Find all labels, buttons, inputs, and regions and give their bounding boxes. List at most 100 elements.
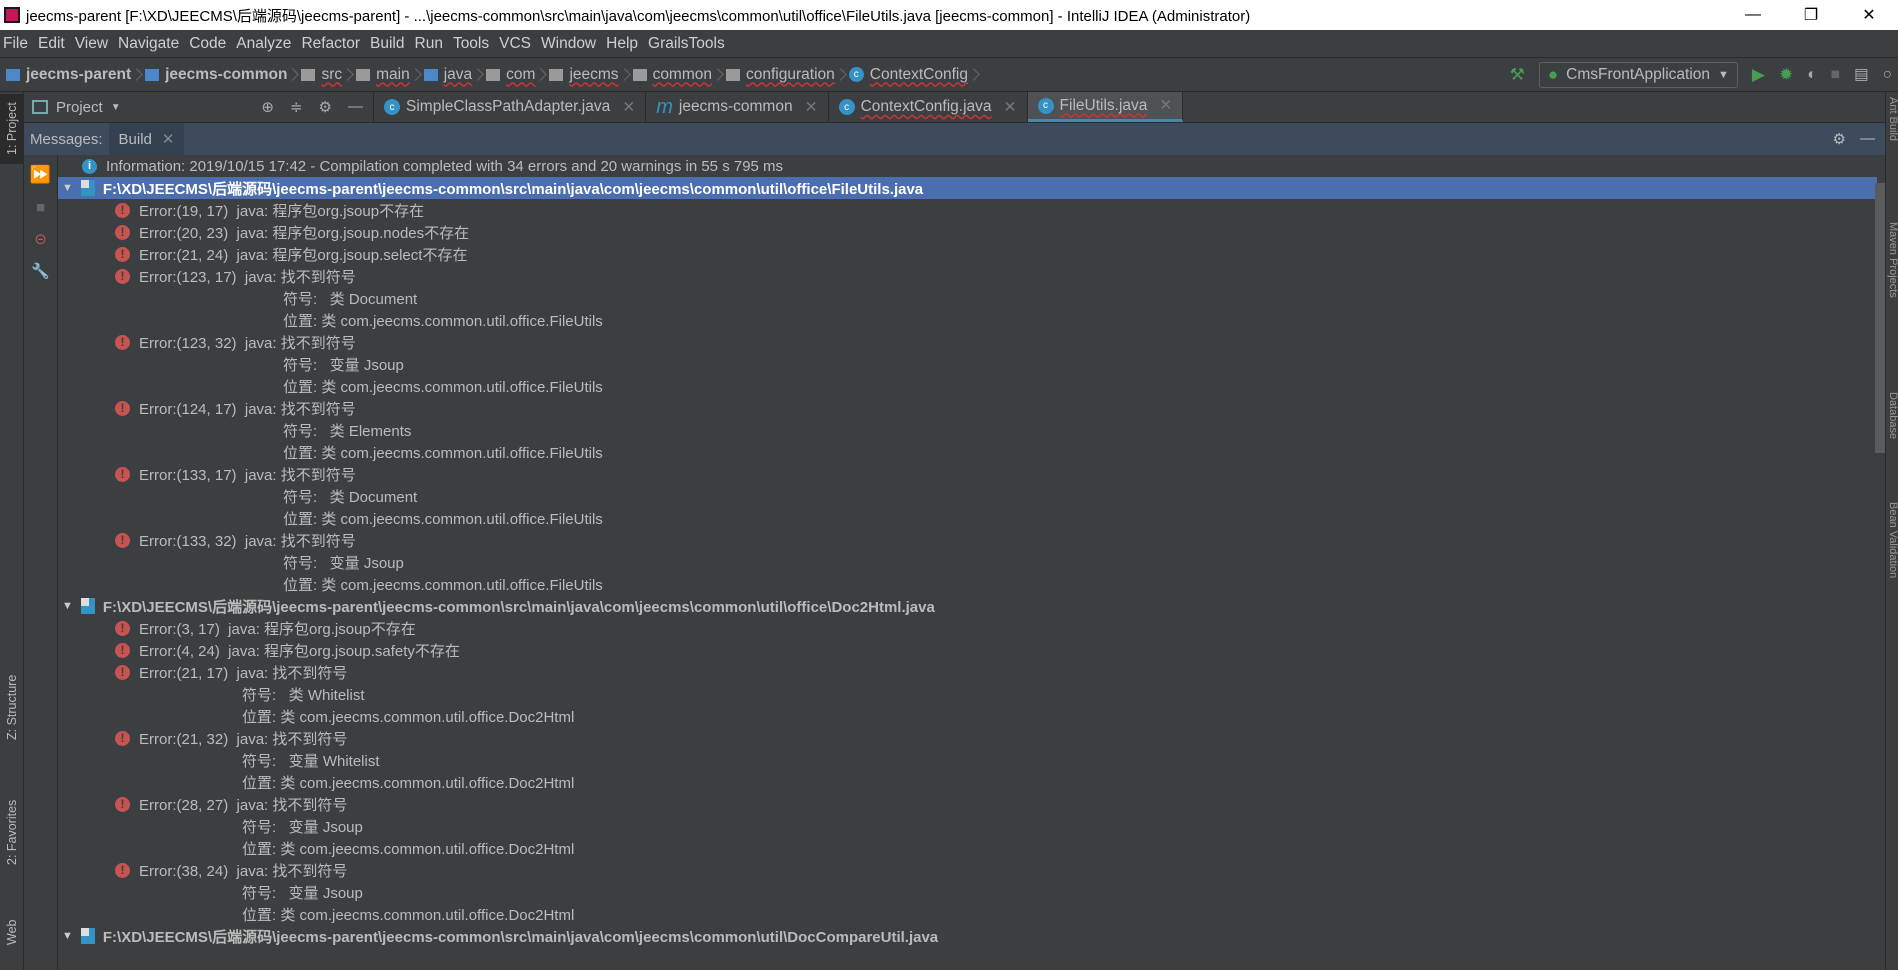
file-row[interactable]: ▼ F:\XD\JEECMS\后端源码\jeecms-parent\jeecms-…	[58, 177, 1877, 199]
breadcrumb-java[interactable]: java	[418, 66, 480, 84]
error-detail-row[interactable]: 符号: 类 Document	[58, 485, 1877, 507]
error-row[interactable]: ! Error:(4, 24) java: 程序包org.jsoup.safety…	[58, 639, 1877, 661]
error-detail-row[interactable]: 符号: 类 Document	[58, 287, 1877, 309]
stop-icon[interactable]: ■	[1831, 66, 1840, 84]
error-detail-row[interactable]: 符号: 变量 Whitelist	[58, 749, 1877, 771]
expand-triangle-icon[interactable]: ▼	[62, 182, 73, 194]
error-row[interactable]: ! Error:(133, 17) java: 找不到符号	[58, 463, 1877, 485]
menu-item-refactor[interactable]: Refactor	[298, 35, 367, 53]
gear-icon[interactable]: ⚙	[1833, 130, 1846, 148]
tab-contextconfig-java[interactable]: c ContextConfig.java ✕	[829, 92, 1028, 122]
chevron-down-icon[interactable]: ▼	[111, 102, 121, 113]
error-row[interactable]: ! Error:(123, 17) java: 找不到符号	[58, 265, 1877, 287]
error-row[interactable]: ! Error:(20, 23) java: 程序包org.jsoup.nodes…	[58, 221, 1877, 243]
error-row[interactable]: ! Error:(28, 27) java: 找不到符号	[58, 793, 1877, 815]
project-structure-icon[interactable]: ▤	[1854, 65, 1869, 84]
tool-window-ant-build[interactable]: Ant Build	[1886, 97, 1898, 187]
close-icon[interactable]: ✕	[622, 98, 635, 117]
error-detail-row[interactable]: 位置: 类 com.jeecms.common.util.office.Doc2…	[58, 705, 1877, 727]
maximize-button[interactable]: ❐	[1782, 0, 1840, 30]
tool-window-web[interactable]: Web	[0, 912, 24, 952]
menu-item-vcs[interactable]: VCS	[496, 35, 538, 53]
stop-icon[interactable]: ■	[36, 199, 45, 216]
close-icon[interactable]: ✕	[805, 98, 818, 117]
close-icon[interactable]: ✕	[1004, 98, 1017, 117]
expand-triangle-icon[interactable]: ▼	[62, 600, 73, 612]
locate-icon[interactable]: ⊕	[261, 98, 274, 116]
tool-window-database[interactable]: Database	[1886, 392, 1898, 482]
menu-item-build[interactable]: Build	[367, 35, 411, 53]
collapse-icon[interactable]: ≑	[290, 98, 303, 116]
breadcrumb-src[interactable]: src	[295, 66, 350, 84]
show-errors-icon[interactable]: ⊝	[34, 230, 47, 248]
error-detail-row[interactable]: 位置: 类 com.jeecms.common.util.office.File…	[58, 309, 1877, 331]
close-icon[interactable]: ✕	[162, 130, 175, 148]
breadcrumb-jeecms-common[interactable]: jeecms-common	[139, 66, 295, 84]
scrollbar[interactable]	[1875, 183, 1885, 453]
error-row[interactable]: ! Error:(19, 17) java: 程序包org.jsoup不存在	[58, 199, 1877, 221]
tab-build[interactable]: Build ✕	[108, 123, 185, 155]
close-button[interactable]: ✕	[1840, 0, 1898, 30]
error-row[interactable]: ! Error:(21, 32) java: 找不到符号	[58, 727, 1877, 749]
error-row[interactable]: ! Error:(21, 24) java: 程序包org.jsoup.selec…	[58, 243, 1877, 265]
file-row[interactable]: ▼ F:\XD\JEECMS\后端源码\jeecms-parent\jeecms-…	[58, 925, 1877, 947]
breadcrumb-jeecms-parent[interactable]: jeecms-parent	[0, 66, 139, 84]
coverage-icon[interactable]: ◐	[1807, 66, 1816, 84]
menu-item-navigate[interactable]: Navigate	[115, 35, 186, 53]
breadcrumb-com[interactable]: com	[480, 66, 543, 84]
tool-window-maven-projects[interactable]: Maven Projects	[1886, 222, 1898, 352]
tool-window-project[interactable]: 1: Project	[0, 94, 24, 164]
breadcrumb-jeecms[interactable]: jeecms	[543, 66, 626, 84]
error-detail-row[interactable]: 位置: 类 com.jeecms.common.util.office.File…	[58, 573, 1877, 595]
close-icon[interactable]: ✕	[1159, 96, 1172, 115]
hide-icon[interactable]: —	[348, 98, 363, 116]
tab-fileutils-java[interactable]: c FileUtils.java ✕	[1027, 92, 1184, 122]
gear-icon[interactable]: ⚙	[319, 98, 332, 116]
error-detail-row[interactable]: 位置: 类 com.jeecms.common.util.office.Doc2…	[58, 903, 1877, 925]
error-detail-row[interactable]: 位置: 类 com.jeecms.common.util.office.Doc2…	[58, 771, 1877, 793]
error-detail-row[interactable]: 符号: 类 Whitelist	[58, 683, 1877, 705]
error-detail-row[interactable]: 位置: 类 com.jeecms.common.util.office.Doc2…	[58, 837, 1877, 859]
breadcrumb-ContextConfig[interactable]: c ContextConfig	[843, 66, 976, 84]
menu-item-grailstools[interactable]: GrailsTools	[645, 35, 732, 53]
tool-window-favorites[interactable]: 2: Favorites	[0, 782, 24, 882]
tab-simpleclasspathadapter-java[interactable]: c SimpleClassPathAdapter.java ✕	[374, 92, 647, 122]
menu-item-tools[interactable]: Tools	[450, 35, 496, 53]
run-icon[interactable]: ▶	[1752, 65, 1765, 85]
error-row[interactable]: ! Error:(133, 32) java: 找不到符号	[58, 529, 1877, 551]
expand-triangle-icon[interactable]: ▼	[62, 930, 73, 942]
error-detail-row[interactable]: 位置: 类 com.jeecms.common.util.office.File…	[58, 441, 1877, 463]
error-detail-row[interactable]: 符号: 类 Elements	[58, 419, 1877, 441]
error-row[interactable]: ! Error:(3, 17) java: 程序包org.jsoup不存在	[58, 617, 1877, 639]
error-detail-row[interactable]: 位置: 类 com.jeecms.common.util.office.File…	[58, 375, 1877, 397]
error-detail-row[interactable]: 符号: 变量 Jsoup	[58, 815, 1877, 837]
menu-item-file[interactable]: File	[0, 35, 35, 53]
breadcrumb-common[interactable]: common	[627, 66, 720, 84]
tab-jeecms-common[interactable]: m jeecms-common ✕	[646, 92, 829, 122]
search-icon[interactable]: ○	[1883, 66, 1892, 84]
debug-icon[interactable]: ✹	[1779, 65, 1793, 85]
file-row[interactable]: ▼ F:\XD\JEECMS\后端源码\jeecms-parent\jeecms-…	[58, 595, 1877, 617]
breadcrumb-configuration[interactable]: configuration	[720, 66, 843, 84]
run-configuration-select[interactable]: ● CmsFrontApplication ▼	[1538, 61, 1738, 88]
build-hammer-icon[interactable]: ⚒	[1510, 65, 1525, 85]
error-row[interactable]: ! Error:(38, 24) java: 找不到符号	[58, 859, 1877, 881]
error-row[interactable]: ! Error:(123, 32) java: 找不到符号	[58, 331, 1877, 353]
error-row[interactable]: ! Error:(21, 17) java: 找不到符号	[58, 661, 1877, 683]
tool-window-structure[interactable]: Z: Structure	[0, 657, 24, 757]
error-detail-row[interactable]: 符号: 变量 Jsoup	[58, 881, 1877, 903]
project-view-select[interactable]: Project	[56, 99, 103, 116]
breadcrumb-main[interactable]: main	[350, 66, 418, 84]
menu-item-edit[interactable]: Edit	[35, 35, 72, 53]
menu-item-view[interactable]: View	[72, 35, 115, 53]
rerun-icon[interactable]: ⏩	[30, 165, 51, 185]
menu-item-help[interactable]: Help	[603, 35, 645, 53]
error-detail-row[interactable]: 符号: 变量 Jsoup	[58, 353, 1877, 375]
error-detail-row[interactable]: 符号: 变量 Jsoup	[58, 551, 1877, 573]
info-row[interactable]: i Information: 2019/10/15 17:42 - Compil…	[58, 155, 1877, 177]
menu-item-analyze[interactable]: Analyze	[233, 35, 298, 53]
menu-item-run[interactable]: Run	[412, 35, 450, 53]
error-detail-row[interactable]: 位置: 类 com.jeecms.common.util.office.File…	[58, 507, 1877, 529]
error-row[interactable]: ! Error:(124, 17) java: 找不到符号	[58, 397, 1877, 419]
minimize-button[interactable]: —	[1724, 0, 1782, 30]
